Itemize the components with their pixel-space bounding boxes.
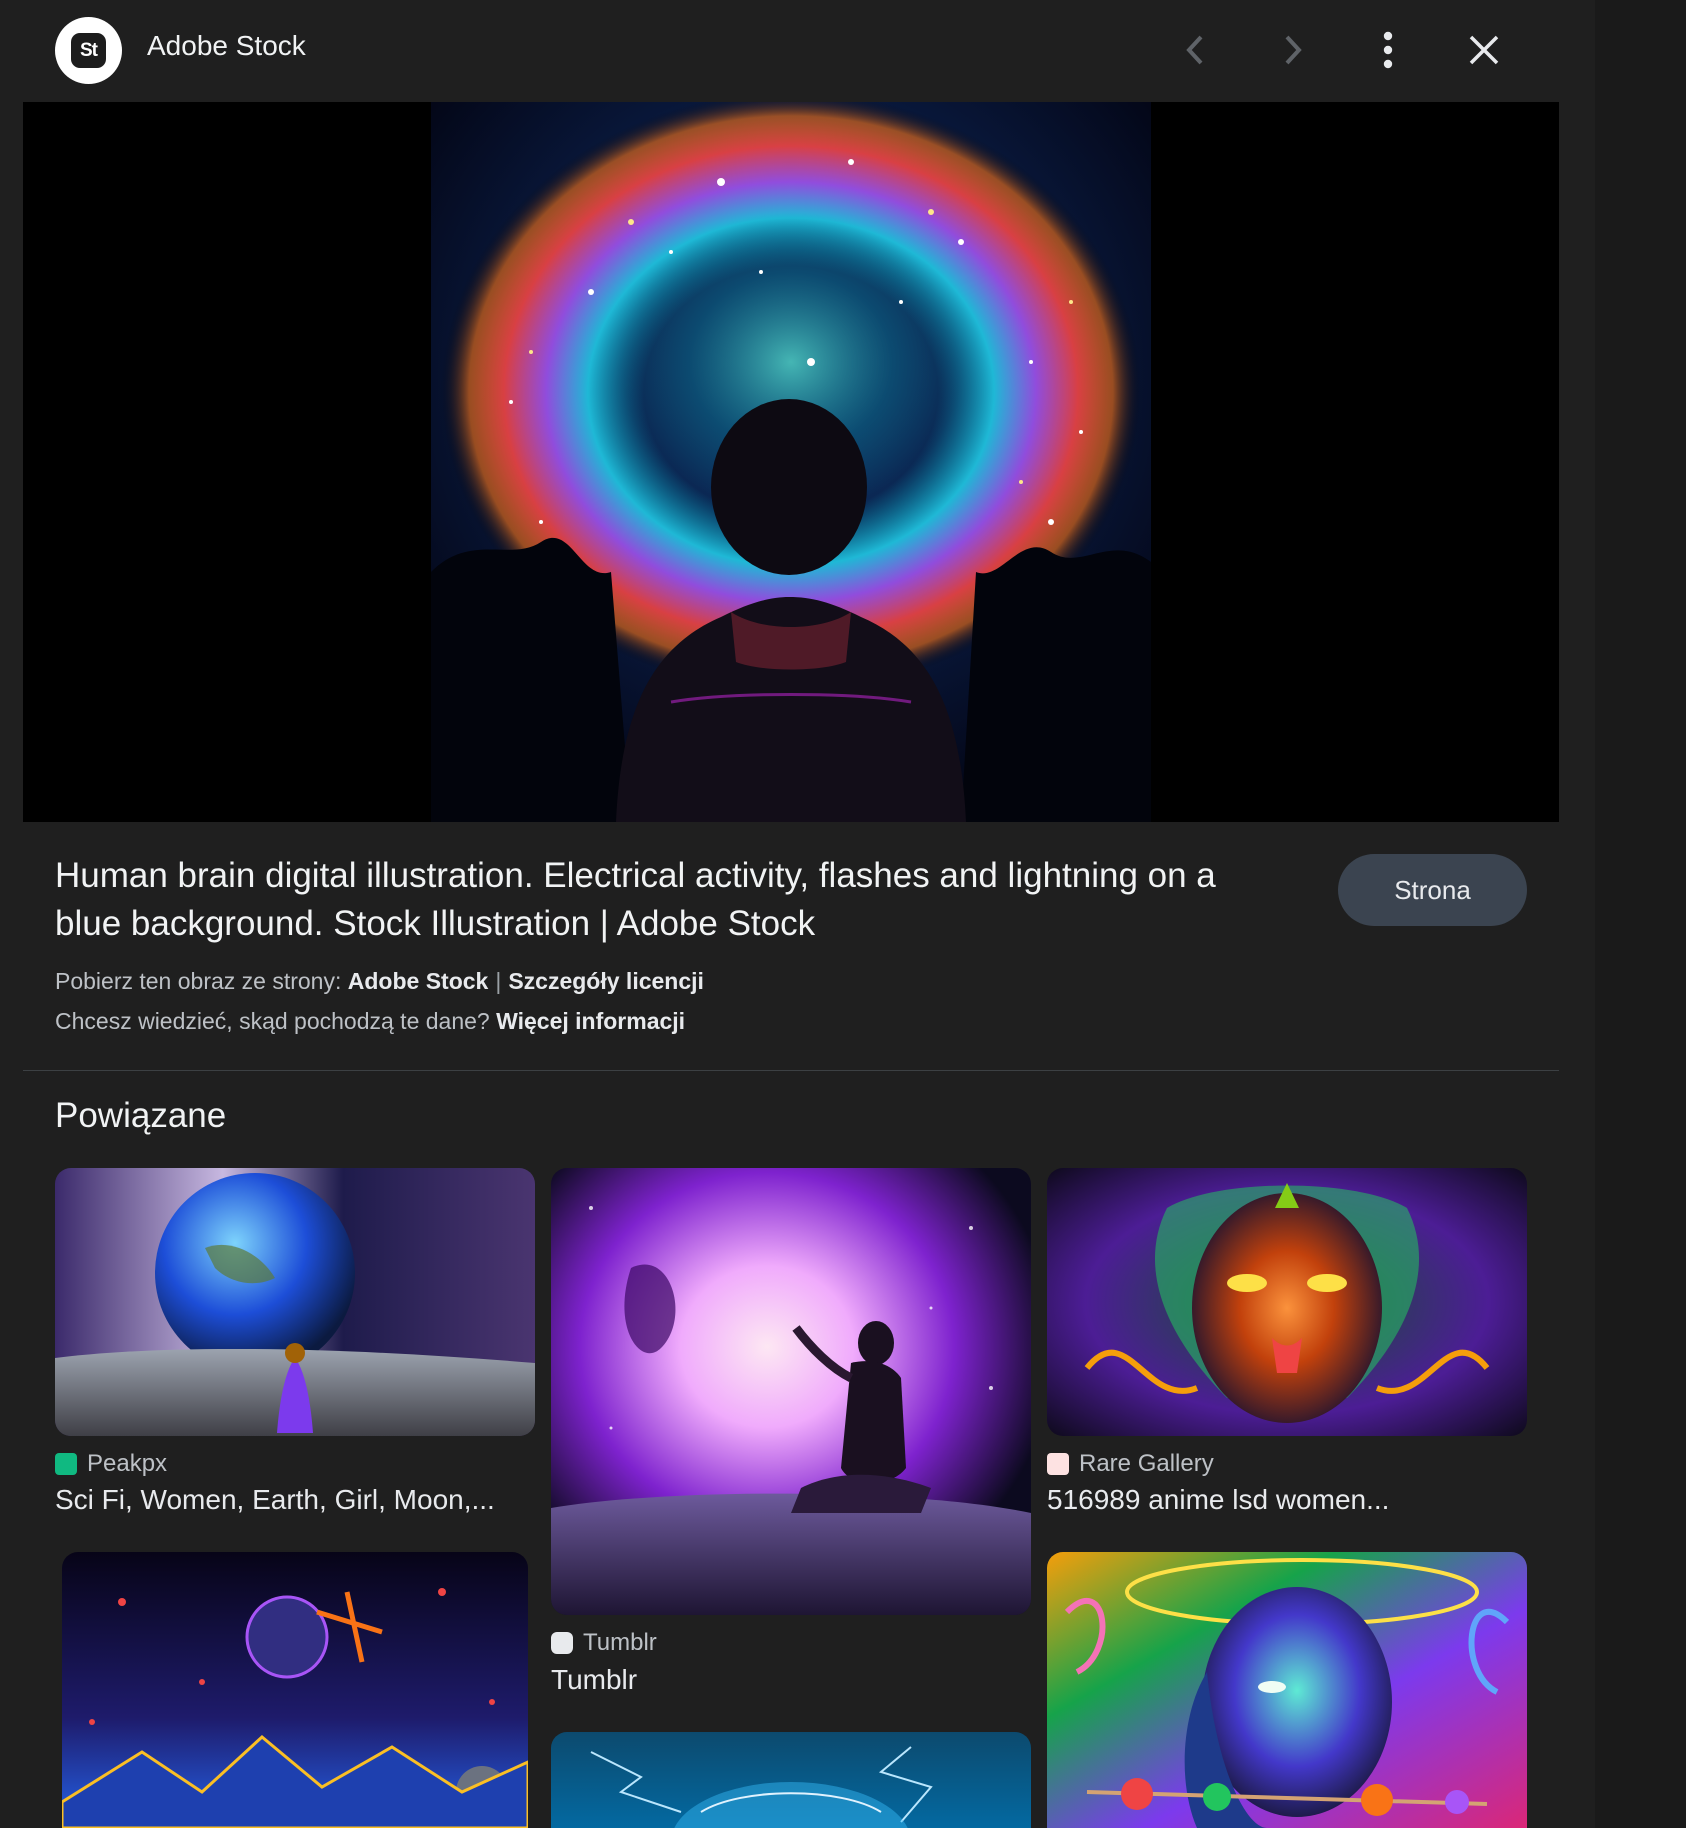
chevron-right-icon <box>1285 35 1302 65</box>
electric-brain-thumbnail <box>551 1732 1031 1828</box>
nebula-girl-thumbnail <box>551 1168 1031 1615</box>
download-source-link[interactable]: Adobe Stock <box>348 968 489 994</box>
related-title-3[interactable]: 516989 anime lsd women... <box>1047 1484 1527 1516</box>
data-source-info: Chcesz wiedzieć, skąd pochodzą te dane? … <box>55 1008 685 1035</box>
related-image-4[interactable] <box>62 1552 528 1828</box>
earth-moon-thumbnail <box>55 1168 535 1436</box>
download-prefix: Pobierz ten obraz ze strony: <box>55 968 342 994</box>
site-name[interactable]: Adobe Stock <box>147 30 306 62</box>
main-image-container[interactable] <box>23 102 1559 822</box>
next-button[interactable] <box>1267 25 1317 75</box>
rare-gallery-favicon-icon <box>1047 1453 1069 1475</box>
related-image-5[interactable] <box>551 1732 1031 1828</box>
related-title-2[interactable]: Tumblr <box>551 1664 1031 1696</box>
related-source-name: Tumblr <box>583 1629 657 1656</box>
psychedelic-woman-thumbnail <box>1047 1552 1527 1828</box>
more-vert-icon <box>1383 31 1393 69</box>
visit-site-button[interactable]: Strona <box>1338 854 1527 926</box>
page-gutter <box>1595 0 1686 1828</box>
cosmic-mountains-thumbnail <box>62 1552 528 1828</box>
psychedelic-face-thumbnail <box>1047 1168 1527 1436</box>
adobe-stock-logo-icon: St <box>71 33 106 68</box>
site-logo[interactable]: St <box>55 17 122 84</box>
previous-button[interactable] <box>1171 25 1221 75</box>
related-source-2[interactable]: Tumblr <box>551 1629 657 1657</box>
related-source-name: Rare Gallery <box>1079 1450 1214 1477</box>
viewer-header: St Adobe Stock <box>0 0 1595 100</box>
image-title[interactable]: Human brain digital illustration. Electr… <box>55 852 1285 948</box>
separator: | <box>495 968 502 994</box>
related-image-3[interactable] <box>1047 1168 1527 1436</box>
related-image-6[interactable] <box>1047 1552 1527 1828</box>
chevron-left-icon <box>1186 35 1203 65</box>
license-details-link[interactable]: Szczegóły licencji <box>508 968 704 994</box>
related-source-3[interactable]: Rare Gallery <box>1047 1450 1214 1478</box>
related-title-1[interactable]: Sci Fi, Women, Earth, Girl, Moon,... <box>55 1484 535 1516</box>
divider <box>23 1070 1559 1071</box>
main-image[interactable] <box>431 102 1151 822</box>
related-source-1[interactable]: Peakpx <box>55 1450 167 1478</box>
related-heading: Powiązane <box>55 1096 227 1135</box>
tumblr-favicon-icon <box>551 1632 573 1654</box>
related-image-1[interactable] <box>55 1168 535 1436</box>
more-options-button[interactable] <box>1363 25 1413 75</box>
data-question: Chcesz wiedzieć, skąd pochodzą te dane? <box>55 1008 490 1034</box>
download-info: Pobierz ten obraz ze strony: Adobe Stock… <box>55 968 704 995</box>
image-viewer-panel: St Adobe Stock Human brain digital illus… <box>0 0 1595 1828</box>
close-button[interactable] <box>1459 25 1509 75</box>
related-image-2[interactable] <box>551 1168 1031 1615</box>
more-info-link[interactable]: Więcej informacji <box>496 1008 685 1034</box>
related-source-name: Peakpx <box>87 1450 168 1477</box>
peakpx-favicon-icon <box>55 1453 77 1475</box>
close-icon <box>1469 35 1499 65</box>
cosmic-portal-artwork <box>431 102 1151 822</box>
